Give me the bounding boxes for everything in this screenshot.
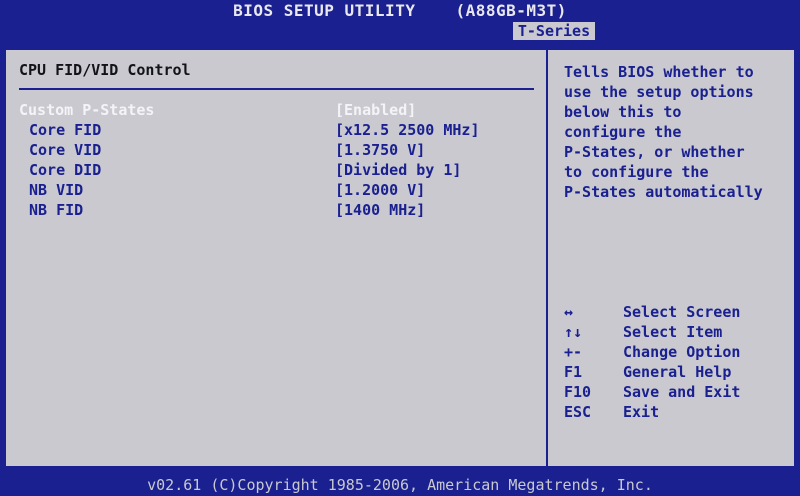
options-pane: CPU FID/VID Control Custom P-States [Ena… — [8, 50, 544, 466]
bios-title-text: BIOS SETUP UTILITY — [233, 1, 416, 20]
option-label: Core VID — [29, 141, 102, 159]
option-core-vid[interactable]: Core VID [1.3750 V] — [19, 140, 534, 160]
option-value[interactable]: [1.3750 V] — [335, 140, 425, 160]
tab-strip — [0, 22, 800, 40]
key-description: Select Screen — [623, 303, 741, 321]
help-line: to configure the — [564, 163, 709, 181]
key-description: Exit — [623, 403, 660, 421]
key-legend: ↔ Select Screen ↑↓ Select Item +- Change… — [564, 302, 792, 422]
section-rule — [19, 88, 534, 90]
esc-key: ESC — [564, 403, 592, 421]
option-value[interactable]: [Enabled] — [335, 100, 416, 120]
key-general-help: F1 General Help — [564, 362, 792, 382]
option-value[interactable]: [1400 MHz] — [335, 200, 425, 220]
help-line: P-States, or whether — [564, 143, 745, 161]
help-line: P-States automatically — [564, 183, 763, 201]
tab-t-series[interactable]: T-Series — [513, 22, 595, 40]
key-exit: ESC Exit — [564, 402, 792, 422]
help-line: configure the — [564, 123, 682, 141]
help-line: below this to — [564, 103, 682, 121]
bios-title: BIOS SETUP UTILITY (A88GB-M3T) — [0, 0, 800, 22]
help-line: Tells BIOS whether to — [564, 63, 754, 81]
option-core-fid[interactable]: Core FID [x12.5 2500 MHz] — [19, 120, 534, 140]
key-description: Select Item — [623, 323, 723, 341]
option-label: Custom P-States — [19, 101, 155, 119]
board-model: (A88GB-M3T) — [455, 1, 567, 20]
key-description: Save and Exit — [623, 383, 741, 401]
option-value[interactable]: [Divided by 1] — [335, 160, 461, 180]
help-description: Tells BIOS whether to use the setup opti… — [564, 62, 792, 202]
f1-key: F1 — [564, 363, 583, 381]
up-down-arrow-icon: ↑↓ — [564, 323, 583, 341]
option-custom-p-states[interactable]: Custom P-States [Enabled] — [19, 100, 534, 120]
key-save-exit: F10 Save and Exit — [564, 382, 792, 402]
left-right-arrow-icon: ↔ — [564, 303, 574, 321]
option-label: NB VID — [29, 181, 84, 199]
help-line: use the setup options — [564, 83, 754, 101]
copyright-footer: v02.61 (C)Copyright 1985-2006, American … — [147, 476, 653, 494]
key-change-option: +- Change Option — [564, 342, 792, 362]
option-label: NB FID — [29, 201, 84, 219]
key-description: Change Option — [623, 343, 741, 361]
f10-key: F10 — [564, 383, 592, 401]
option-core-did[interactable]: Core DID [Divided by 1] — [19, 160, 534, 180]
key-select-item: ↑↓ Select Item — [564, 322, 792, 342]
option-label: Core FID — [29, 121, 102, 139]
option-value[interactable]: [x12.5 2500 MHz] — [335, 120, 480, 140]
plus-minus-key: +- — [564, 343, 583, 361]
key-select-screen: ↔ Select Screen — [564, 302, 792, 322]
key-description: General Help — [623, 363, 732, 381]
option-label: Core DID — [29, 161, 102, 179]
option-nb-fid[interactable]: NB FID [1400 MHz] — [19, 200, 534, 220]
section-title: CPU FID/VID Control — [19, 61, 191, 79]
option-value[interactable]: [1.2000 V] — [335, 180, 425, 200]
option-nb-vid[interactable]: NB VID [1.2000 V] — [19, 180, 534, 200]
panel-divider — [546, 48, 548, 468]
